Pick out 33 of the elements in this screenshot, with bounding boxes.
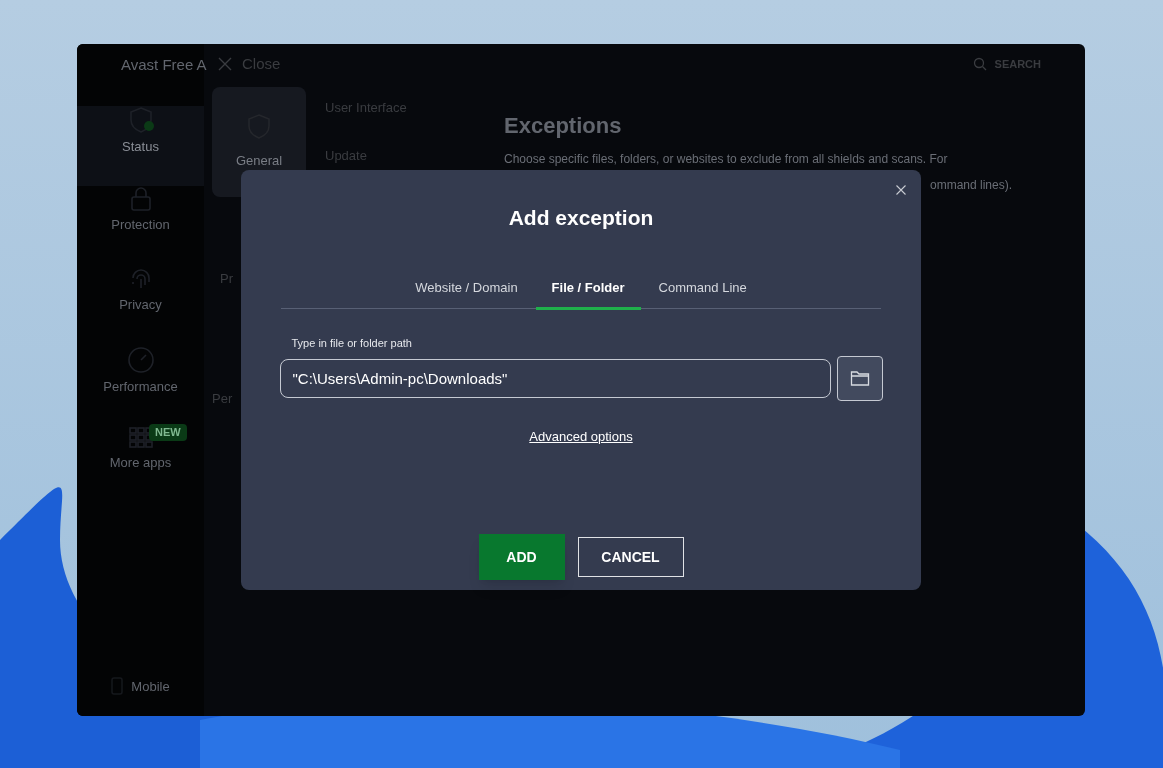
sidebar-item[interactable]: NEW More apps [77,426,204,506]
mobile-label[interactable]: Mobile [131,676,170,696]
sidebar-item[interactable]: Privacy [77,266,204,346]
browse-folder-button[interactable] [836,355,883,401]
category-label: General [235,152,283,171]
lock-icon [128,186,153,212]
page-title: Exceptions [504,112,623,140]
dialog-title: Add exception [508,205,654,231]
tab[interactable]: File / Folder [535,277,641,310]
app-title: Avast Free A [121,55,207,75]
grid-icon [127,426,154,450]
new-badge: NEW [149,424,187,441]
field-label: Type in file or folder path [291,336,413,351]
sidebar-item[interactable]: Status [77,106,204,186]
tab[interactable]: Command Line [642,277,763,310]
add-button[interactable]: ADD [478,534,565,580]
path-input-field[interactable]: "C:\Users\Admin-pc\Downloads" [279,358,831,398]
cancel-button[interactable]: CANCEL [577,537,684,577]
sidebar-label: Performance [103,378,178,396]
description-text: Choose specific files, folders, or websites to exclude from all shields and scans. For [504,152,949,166]
sidebar-label: Status [122,138,159,156]
gauge-icon [126,346,155,374]
sidebar-item[interactable]: Protection [77,186,204,266]
shield-icon [127,106,154,134]
sidebar-label: More apps [109,454,172,472]
folder-icon [849,369,870,387]
sidebar-label: Protection [111,216,170,234]
sidebar-label: Privacy [119,296,162,314]
sidebar-item[interactable]: Performance [77,346,204,426]
description-text: ommand lines). [930,177,1014,194]
tab[interactable]: Website / Domain [399,277,534,310]
advanced-options-link[interactable]: Advanced options [529,426,633,446]
phone-icon [111,677,124,696]
